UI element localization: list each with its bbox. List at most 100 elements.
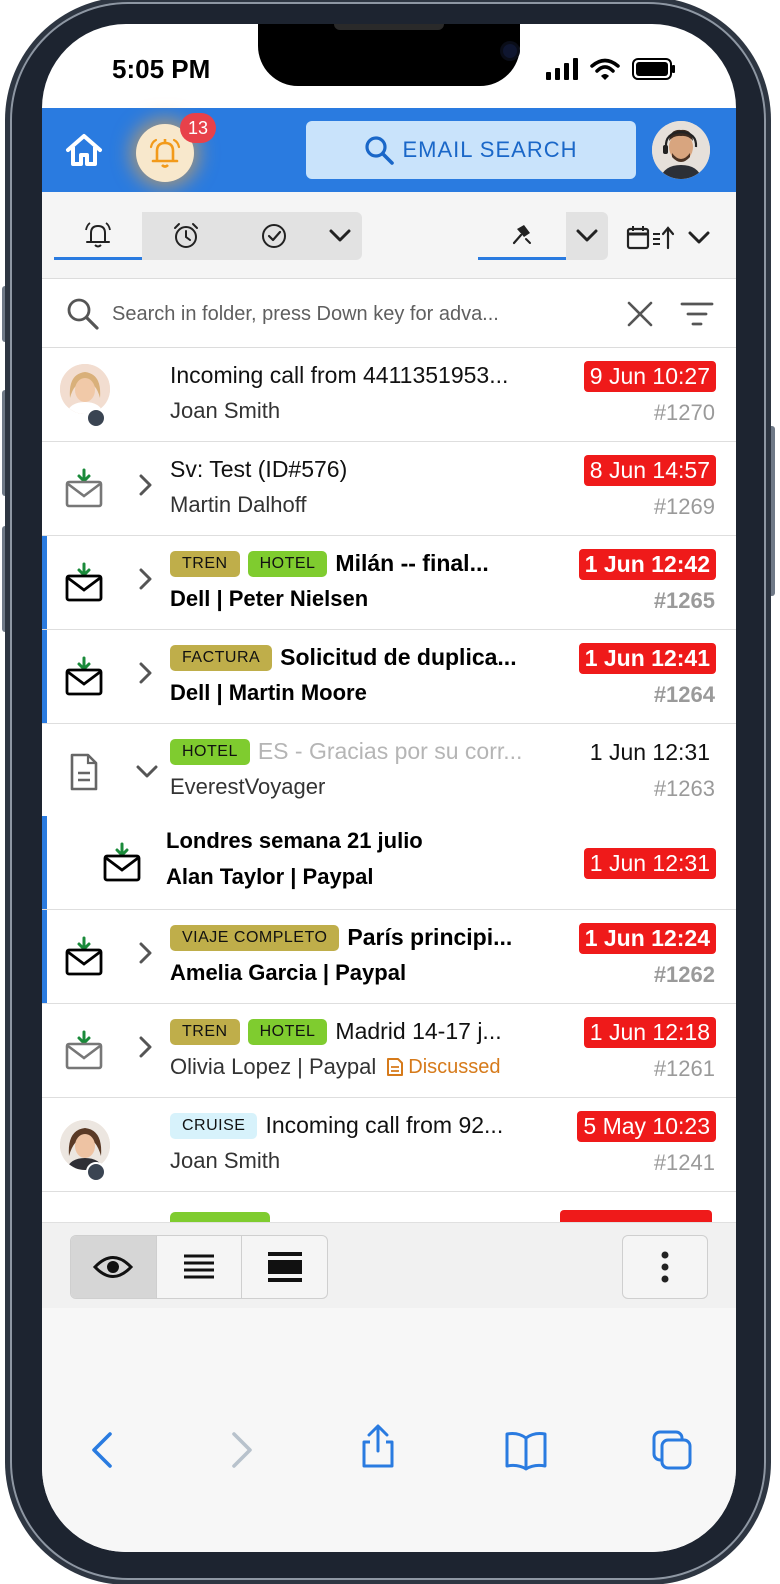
message-sender: Dell | Martin Moore [170,680,367,705]
received-mail-icon [65,656,103,696]
filter-bar [42,192,736,279]
list-item[interactable]: HOTEL ES - Gracias por su corr... Everes… [42,724,736,816]
filter-done-tab[interactable] [230,212,318,260]
volume-up-button [2,390,9,496]
message-sender: Amelia Garcia | Paypal [170,960,407,985]
date-badge-partial [560,1210,712,1222]
user-avatar-image [652,121,710,179]
message-number: #1241 [653,1150,715,1175]
tag-badge-partial [170,1212,270,1222]
chevron-right-icon[interactable] [138,474,154,496]
filter-pinned-tab[interactable] [478,212,566,260]
list-item[interactable]: TREN HOTEL Madrid 14-17 j... Olivia Lope… [42,1004,736,1098]
chevron-down-icon [329,229,351,242]
message-sender-line: Alan Taylor | Paypal [166,864,566,890]
list-item[interactable]: VIAJE COMPLETO París principi... Amelia … [42,910,736,1004]
front-camera [503,44,517,58]
contact-avatar [60,364,110,414]
list-item-partial[interactable] [42,1192,736,1222]
clear-search-icon[interactable] [626,300,654,328]
share-icon[interactable] [356,1424,400,1468]
list-item[interactable]: Sv: Test (ID#576) Martin Dalhoff 8 Jun 1… [42,442,736,536]
message-number: #1263 [653,776,715,801]
notification-count-badge: 13 [180,113,216,143]
chevron-right-icon[interactable] [138,662,154,684]
bookmarks-icon[interactable] [504,1428,548,1472]
preview-mode-button[interactable] [71,1236,157,1298]
chevron-right-icon[interactable] [138,1036,154,1058]
message-sender: Martin Dalhoff [170,492,307,517]
check-circle-icon [262,224,286,248]
user-avatar[interactable] [652,121,710,179]
tag-badge: TREN [170,550,240,577]
list-item[interactable]: Incoming call from 4411351953... Joan Sm… [42,348,736,442]
list-blocks-icon [267,1252,302,1282]
message-sender-line: Joan Smith [170,398,566,424]
compact-list-button[interactable] [157,1236,243,1298]
volume-down-button [2,526,9,632]
calendar-sort-icon [626,226,675,250]
view-mode-group [70,1235,328,1299]
message-sender: Dell | Peter Nielsen [170,586,369,611]
message-number: #1264 [653,682,715,707]
discussed-label: Discussed [408,1055,501,1078]
message-number: #1270 [653,400,715,425]
chevron-right-icon[interactable] [138,568,154,590]
sort-dropdown[interactable] [626,218,718,258]
presence-dot [86,408,106,428]
message-subject: Milán -- final... [335,550,489,576]
power-button [768,426,775,596]
list-item[interactable]: FACTURA Solicitud de duplica... Dell | M… [42,630,736,724]
message-date: 1 Jun 12:31 [583,848,716,879]
message-sender-line: Joan Smith [170,1148,566,1174]
tag-badge: HOTEL [247,1018,328,1045]
status-time: 5:05 PM [112,54,211,84]
back-chevron-icon[interactable] [82,1428,126,1472]
message-subject: ES - Gracias por su corr... [257,738,523,764]
tag-badge: CRUISE [170,1112,258,1139]
list-item[interactable]: CRUISE Incoming call from 92... Joan Smi… [42,1098,736,1192]
forward-chevron-icon [232,1432,252,1468]
note-icon [387,1058,404,1076]
message-subject: Solicitud de duplica... [280,644,517,670]
message-subject-line: HOTEL ES - Gracias por su corr... [170,738,566,765]
bell-outline-icon [85,221,111,247]
status-icons [546,58,676,80]
list-lines-icon [184,1254,214,1279]
message-date: 1 Jun 12:31 [589,739,710,765]
pin-filter-dropdown[interactable] [566,212,608,260]
received-mail-icon [65,1030,103,1070]
message-number: #1262 [653,962,715,987]
silent-switch [2,286,9,342]
more-options-button[interactable] [622,1235,708,1299]
tabs-icon[interactable] [650,1428,694,1472]
screen: 5:05 PM 13 EMAIL SEARCH Search in folder… [42,24,736,1552]
chevron-down-icon [688,231,710,244]
expanded-list-button[interactable] [242,1236,327,1298]
message-list: Incoming call from 4411351953... Joan Sm… [42,348,736,1222]
email-search-button[interactable]: EMAIL SEARCH [306,121,636,179]
list-item[interactable]: TREN HOTEL Milán -- final... Dell | Pete… [42,536,736,630]
folder-search-input[interactable] [110,297,564,331]
status-filter-group [54,212,362,260]
message-sender: Joan Smith [170,1148,281,1173]
chevron-down-icon[interactable] [136,764,158,780]
pin-icon [512,224,531,244]
received-mail-icon [65,936,103,976]
message-subject-line: TREN HOTEL Milán -- final... [170,550,566,577]
message-subject-line: FACTURA Solicitud de duplica... [170,644,566,671]
filter-alerts-tab[interactable] [54,212,142,260]
message-subject-line: Incoming call from 4411351953... [170,362,566,389]
thread-child-item[interactable]: Londres semana 21 julio Alan Taylor | Pa… [42,816,736,910]
filter-reminders-tab[interactable] [142,212,230,260]
message-sender-line: EverestVoyager [170,774,566,800]
filter-more-dropdown[interactable] [318,212,362,260]
message-subject-line: Sv: Test (ID#576) [170,456,566,483]
message-sender-line: Olivia Lopez | Paypal Discussed [170,1054,566,1080]
message-number: #1261 [653,1056,715,1081]
eye-icon [93,1256,134,1278]
chevron-right-icon[interactable] [138,942,154,964]
tag-badge: FACTURA [170,644,273,671]
home-icon[interactable] [64,130,104,170]
filter-options-icon[interactable] [680,301,714,327]
